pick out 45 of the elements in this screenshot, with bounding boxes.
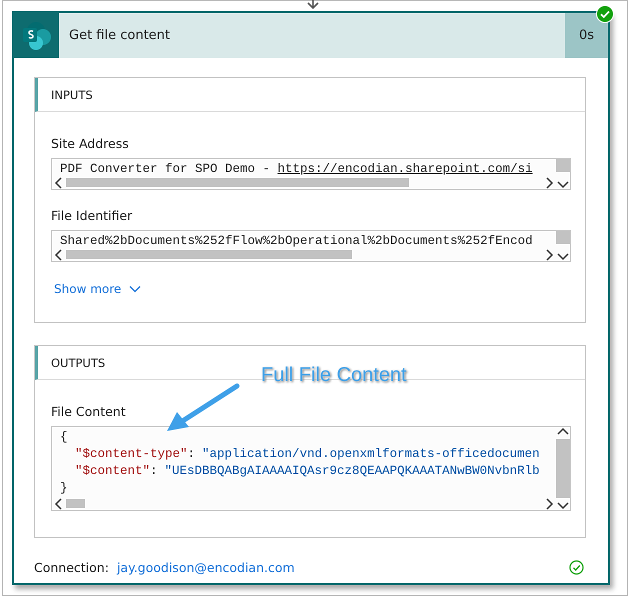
code-brace: { [60,430,68,444]
action-title: Get file content [68,28,172,43]
section-heading: INPUTS [51,88,93,102]
field-label: File Identifier [51,208,134,223]
scroll-up-icon[interactable] [557,427,569,437]
connection-label: Connection: [34,560,109,575]
account-link[interactable]: jay.goodison@encodian.com [116,560,295,575]
site-link[interactable]: https://encodian.sharepoint.com/si [278,162,533,176]
json-value: "UEsDBBQABgAIAAAAIQAsr9cz8QEAAPQKAAATANwBW0NvbnRlb [164,464,540,478]
field-label: File Content [51,404,127,419]
scroll-right-icon[interactable] [544,498,554,510]
code-field[interactable]: { "$content-type": "application/vnd.openxmlformats-officedocumen "$content": "UEsDBBQABgAIAAAAIQAsr9cz8QEAAPQKAAATANwBW0NvbnRlb } [51,426,571,511]
field-value: PDF Converter for SPO Demo - https://encodian.sharepoint.com/si [60,162,533,176]
scroll-left-icon[interactable] [54,498,64,510]
annotation-label: Full File Content [261,364,407,387]
scroll-down-icon[interactable] [557,179,569,189]
duration-label: 0s [565,13,608,58]
scrollbar-thumb[interactable] [556,231,570,244]
scrollbar-thumb[interactable] [66,499,86,508]
json-value: "application/vnd.openxmlformats-officedocumen [202,447,540,461]
chevron-icon [129,285,142,293]
json-key: "$content-type" [75,447,188,461]
field-label: Site Address [51,136,130,151]
input-field[interactable]: Shared%2bDocuments%252fFlow%2bOperational%2bDocuments%252fEncod [51,230,571,262]
action-header[interactable]: Get file content 0s [14,13,608,58]
json-key: "$content" [75,464,150,478]
input-field[interactable]: PDF Converter for SPO Demo - https://encodian.sharepoint.com/si [51,158,571,190]
scroll-left-icon[interactable] [54,176,64,188]
scroll-down-icon[interactable] [557,251,569,261]
scroll-left-icon[interactable] [54,248,64,260]
json-colon: : [150,464,158,478]
section-heading: OUTPUTS [51,356,106,370]
scroll-right-icon[interactable] [544,248,554,260]
scrollbar-thumb[interactable] [66,250,352,259]
scrollbar-thumb[interactable] [66,178,409,187]
json-colon: : [188,447,196,461]
scroll-right-icon[interactable] [544,176,554,188]
sharepoint-logo-icon [22,20,52,50]
scrollbar-thumb[interactable] [556,439,570,498]
show-more-link[interactable]: Show more [51,280,142,302]
field-value: Shared%2bDocuments%252fFlow%2bOperational%2bDocuments%252fEncod [60,234,533,248]
code-brace: } [60,481,68,495]
scrollbar-thumb[interactable] [556,159,570,172]
connector-arrow-icon [306,0,320,10]
scroll-down-icon[interactable] [557,500,569,510]
